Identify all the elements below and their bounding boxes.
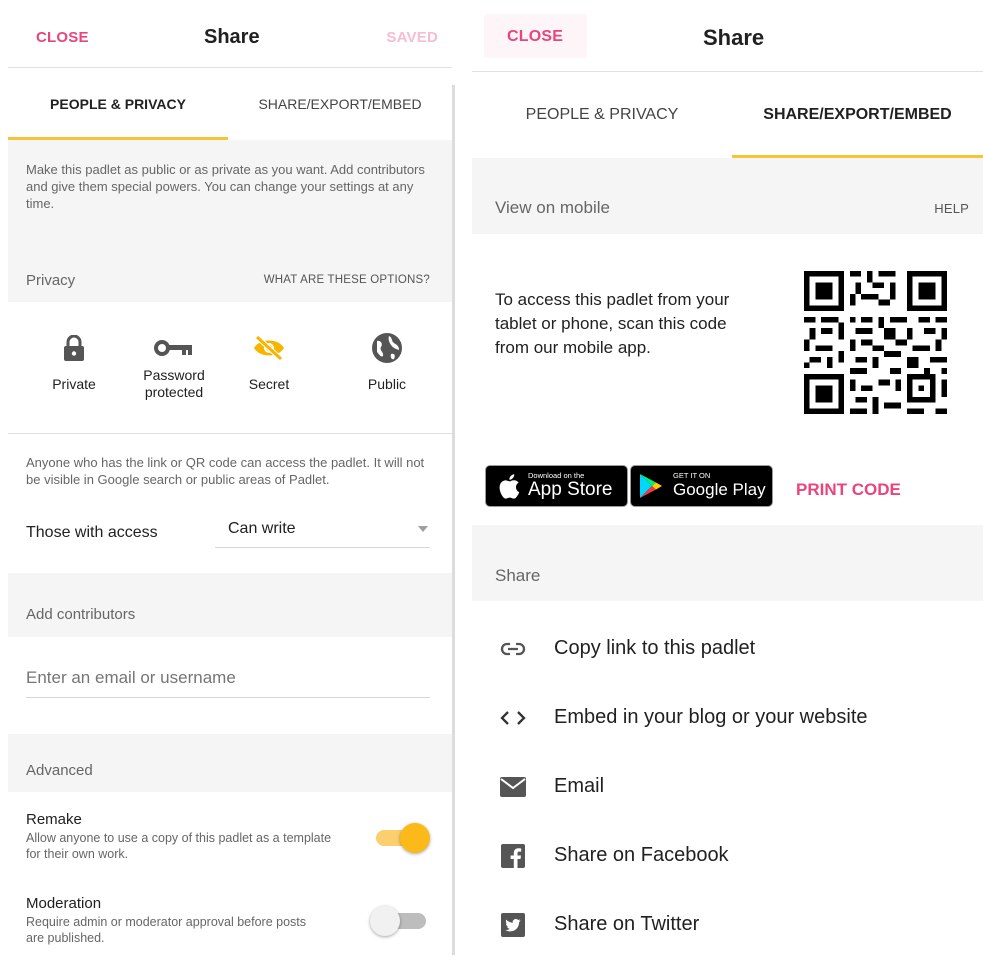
access-label: Those with access [26, 524, 158, 541]
chevron-down-icon [418, 526, 428, 532]
privacy-divider [8, 433, 452, 434]
privacy-option-secret-label: Secret [248, 375, 290, 392]
share-section-title: Share [495, 566, 541, 585]
privacy-option-public[interactable]: Public [342, 330, 432, 402]
eye-off-icon [224, 330, 314, 366]
access-select-underline [215, 547, 430, 548]
share-section: Share [472, 525, 983, 601]
right-tab-share-export-embed-label: SHARE/EXPORT/EMBED [763, 106, 952, 123]
remake-title: Remake [26, 811, 82, 828]
intro-section: Make this padlet as public or as private… [8, 140, 452, 302]
privacy-option-secret[interactable]: Secret [224, 330, 314, 402]
mobile-help-link[interactable]: HELP [934, 201, 969, 216]
right-tab-people-privacy-label: PEOPLE & PRIVACY [525, 106, 679, 123]
right-close-button[interactable]: CLOSE [484, 14, 587, 58]
right-header-title: Share [703, 25, 765, 50]
left-header-title: Share [204, 26, 260, 48]
share-item-embed[interactable]: Embed in your blog or your website [472, 683, 983, 752]
google-play-icon [640, 474, 662, 498]
privacy-option-private-label: Private [52, 375, 96, 392]
advanced-title: Advanced [26, 762, 93, 779]
globe-icon [342, 330, 432, 366]
share-item-facebook-label: Share on Facebook [554, 844, 729, 866]
right-share-panel: CLOSE Share PEOPLE & PRIVACY SHARE/EXPOR… [472, 0, 983, 967]
share-item-twitter-label: Share on Twitter [554, 913, 700, 935]
mobile-instructions: To access this padlet from your tablet o… [495, 290, 730, 357]
link-icon [472, 642, 554, 656]
share-item-facebook[interactable]: Share on Facebook [472, 821, 983, 890]
left-tabs: PEOPLE & PRIVACY SHARE/EXPORT/EMBED [8, 68, 452, 140]
right-tab-share-export-embed[interactable]: SHARE/EXPORT/EMBED [732, 72, 983, 158]
moderation-toggle[interactable] [370, 905, 426, 937]
remake-setting: Remake Allow anyone to use a copy of thi… [26, 811, 346, 862]
access-select-value: Can write [228, 520, 296, 537]
left-header: CLOSE Share SAVED [8, 0, 452, 68]
contributors-section: Add contributors [8, 573, 452, 637]
view-on-mobile-section: View on mobile HELP [472, 158, 983, 234]
privacy-title: Privacy [26, 272, 76, 289]
privacy-option-password[interactable]: Password protected [129, 330, 219, 402]
share-item-embed-label: Embed in your blog or your website [554, 706, 868, 728]
left-tab-people-privacy[interactable]: PEOPLE & PRIVACY [8, 68, 228, 140]
remake-toggle-thumb [400, 823, 430, 853]
share-item-email[interactable]: Email [472, 752, 983, 821]
view-on-mobile-title: View on mobile [495, 198, 610, 217]
right-header: CLOSE Share [472, 0, 983, 72]
right-close-label: CLOSE [507, 28, 564, 45]
intro-text: Make this padlet as public or as private… [26, 162, 425, 211]
right-tab-people-privacy[interactable]: PEOPLE & PRIVACY [472, 72, 732, 158]
code-icon [472, 710, 554, 725]
app-store-badge[interactable]: Download on the App Store [485, 465, 628, 507]
contributor-email-input[interactable] [26, 660, 430, 696]
app-store-big-text: App Store [528, 479, 613, 500]
qr-code-icon [804, 271, 947, 414]
share-item-twitter[interactable]: Share on Twitter [472, 890, 983, 959]
apple-icon [499, 474, 520, 499]
moderation-toggle-thumb [370, 906, 400, 936]
moderation-setting: Moderation Require admin or moderator ap… [26, 895, 346, 946]
share-item-email-label: Email [554, 775, 605, 797]
remake-toggle[interactable] [376, 822, 432, 854]
advanced-section: Advanced [8, 734, 452, 792]
remake-description: Allow anyone to use a copy of this padle… [26, 831, 332, 861]
privacy-option-private[interactable]: Private [29, 330, 119, 402]
privacy-option-password-label: Password protected [143, 367, 205, 400]
left-tab-people-privacy-label: PEOPLE & PRIVACY [50, 96, 186, 112]
key-icon [129, 330, 219, 366]
contributors-title: Add contributors [26, 606, 136, 623]
mail-icon [472, 776, 554, 797]
share-item-copy-link[interactable]: Copy link to this padlet [472, 614, 983, 683]
google-play-small-text: GET IT ON [673, 471, 711, 480]
share-item-copy-link-label: Copy link to this padlet [554, 637, 756, 659]
right-tabs: PEOPLE & PRIVACY SHARE/EXPORT/EMBED [472, 72, 983, 158]
facebook-icon [472, 843, 554, 868]
print-code-button[interactable]: PRINT CODE [796, 480, 901, 500]
moderation-title: Moderation [26, 895, 102, 912]
left-share-panel: CLOSE Share SAVED PEOPLE & PRIVACY SHARE… [8, 0, 452, 967]
privacy-help-link[interactable]: WHAT ARE THESE OPTIONS? [264, 274, 430, 286]
access-select[interactable]: Can write [215, 508, 430, 548]
privacy-option-public-label: Public [367, 375, 407, 392]
lock-icon [29, 330, 119, 366]
left-tab-share-export-embed-label: SHARE/EXPORT/EMBED [258, 96, 422, 112]
left-scrollbar[interactable] [452, 85, 455, 955]
google-play-badge[interactable]: GET IT ON Google Play [630, 465, 773, 507]
left-tab-share-export-embed[interactable]: SHARE/EXPORT/EMBED [228, 68, 452, 140]
left-close-button[interactable]: CLOSE [36, 29, 89, 46]
contributor-input-underline [26, 697, 430, 698]
twitter-icon [472, 912, 554, 937]
google-play-big-text: Google Play [673, 480, 766, 499]
privacy-description: Anyone who has the link or QR code can a… [26, 455, 425, 487]
moderation-description: Require admin or moderator approval befo… [26, 915, 307, 945]
saved-button[interactable]: SAVED [386, 29, 438, 46]
